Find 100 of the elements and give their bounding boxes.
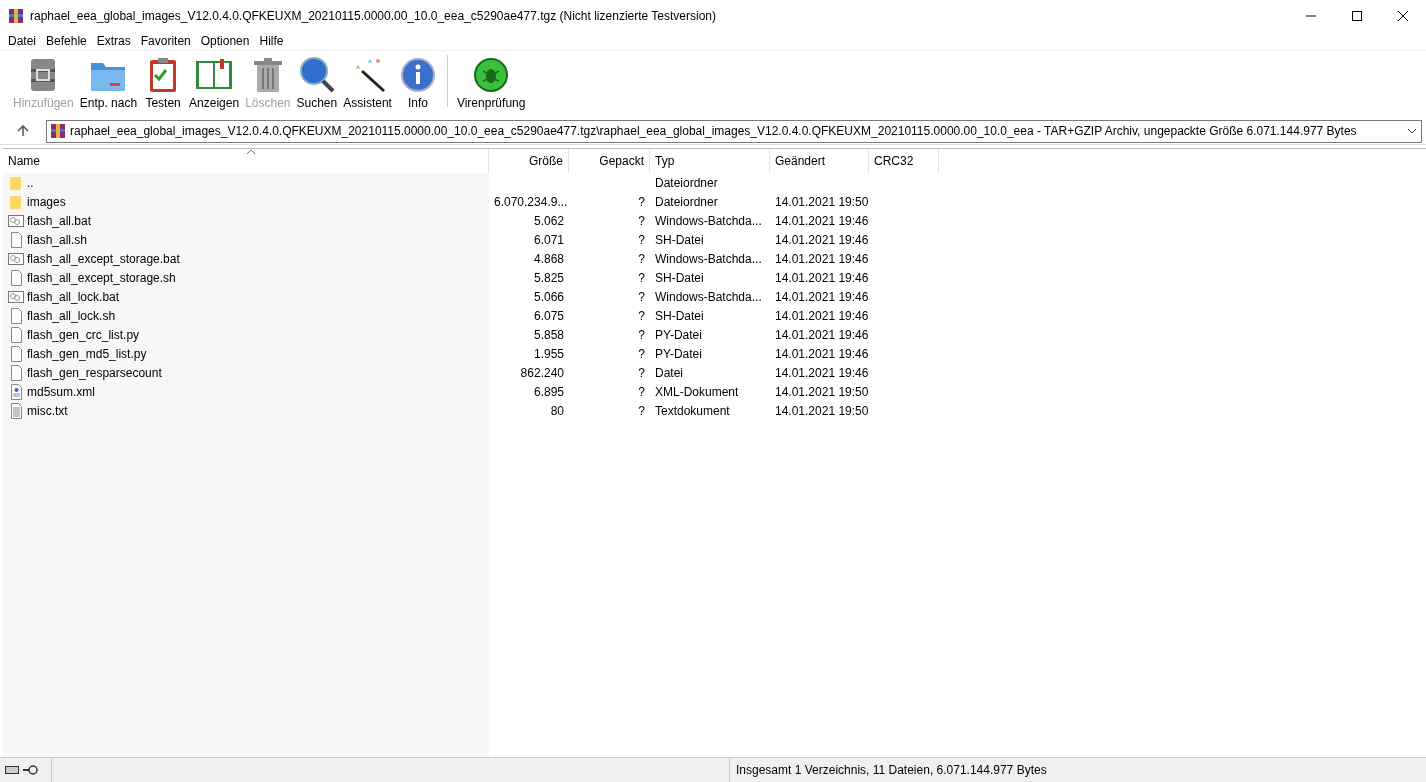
menu-item[interactable]: Optionen: [195, 34, 255, 48]
name-cell[interactable]: md5sum.xml: [3, 383, 489, 400]
table-cell-text: 862.240: [519, 365, 565, 380]
name-cell[interactable]: flash_gen_resparsecount: [3, 364, 489, 381]
name-cell[interactable]: flash_all_except_storage.sh: [3, 269, 489, 286]
sort-caret-icon: [245, 149, 256, 155]
table-cell-text: 5.066: [532, 289, 565, 304]
text-file-icon: [8, 402, 24, 419]
table-cell-text: 4.868: [532, 251, 565, 266]
table-cell-text: ?: [637, 194, 646, 209]
table-cell-text: 14.01.2021 19:46: [774, 327, 869, 342]
menu-item[interactable]: Favoriten: [135, 34, 196, 48]
table-cell-text: 5.825: [532, 270, 565, 285]
archive-app-icon: [8, 8, 24, 24]
table-cell-text: 5.062: [532, 213, 565, 228]
archive-icon: [50, 123, 66, 139]
name-cell[interactable]: flash_all.sh: [3, 231, 489, 248]
table-cell-text: 14.01.2021 19:46: [774, 308, 869, 323]
name-cell[interactable]: flash_gen_crc_list.py: [3, 326, 489, 343]
table-cell-text: ?: [637, 308, 646, 323]
table-cell-text: ?: [637, 270, 646, 285]
table-cell-text: SH-Datei: [654, 270, 705, 285]
table-cell-text: 6.071: [532, 232, 565, 247]
up-arrow-icon: [17, 125, 29, 137]
table-cell-text: 14.01.2021 19:46: [774, 213, 869, 228]
table-cell-text: ?: [637, 346, 646, 361]
window-title: raphael_eea_global_images_V12.0.4.0.QFKEUXM_20210115.0000.00_10.0_eea_c5290ae477.tgz (Nicht lizenzierte Testversion): [30, 9, 718, 23]
file-icon: [8, 364, 24, 381]
file-icon: [8, 307, 24, 324]
toolbar-button[interactable]: Info: [394, 55, 441, 110]
table-cell-text: ?: [637, 289, 646, 304]
table-cell-text: Dateiordner: [654, 194, 719, 209]
name-cell[interactable]: flash_all_lock.sh: [3, 307, 489, 324]
table-cell-text: 6.895: [532, 384, 565, 399]
table-cell-text: 14.01.2021 19:46: [774, 232, 869, 247]
table-cell-text: ?: [637, 213, 646, 228]
table-cell-text: 14.01.2021 19:46: [774, 346, 869, 361]
toolbar-button[interactable]: Anzeigen: [186, 55, 243, 110]
file-icon: [8, 231, 24, 248]
menu-item[interactable]: Hilfe: [254, 34, 289, 48]
name-cell[interactable]: ..: [3, 174, 489, 191]
table-cell-text: Windows-Batchda...: [654, 289, 763, 304]
table-cell-text: Dateiordner: [654, 175, 719, 190]
menu-item[interactable]: Befehle: [41, 34, 92, 48]
table-cell-text: Windows-Batchda...: [654, 213, 763, 228]
table-cell-text: 14.01.2021 19:46: [774, 270, 869, 285]
table-cell-text: ?: [637, 365, 646, 380]
name-cell[interactable]: flash_all_lock.bat: [3, 288, 489, 305]
table-cell-text: ?: [637, 403, 646, 418]
table-cell-text: SH-Datei: [654, 308, 705, 323]
table-cell-text: 6.070.234.9...: [493, 194, 569, 209]
table-cell-text: ?: [637, 327, 646, 342]
name-cell[interactable]: flash_gen_md5_list.py: [3, 345, 489, 362]
table-cell-text: ?: [637, 384, 646, 399]
table-cell-text: 6.075: [532, 308, 565, 323]
table-cell-text: SH-Datei: [654, 232, 705, 247]
menu-item[interactable]: Extras: [91, 34, 136, 48]
toolbar-button[interactable]: Virenprüfung: [453, 55, 529, 110]
status-text: Insgesamt 1 Verzeichnis, 11 Dateien, 6.071.144.977 Bytes: [729, 758, 1426, 782]
table-cell-text: PY-Datei: [654, 346, 703, 361]
table-cell-text: Datei: [654, 365, 684, 380]
table-cell-text: XML-Dokument: [654, 384, 740, 399]
file-icon: [8, 326, 24, 343]
table-cell-text: 14.01.2021 19:50: [774, 384, 869, 399]
xml-file-icon: [8, 383, 24, 400]
address-field[interactable]: raphael_eea_global_images_V12.0.4.0.QFKEUXM_20210115.0000.00_10.0_eea_c5290ae477.tgz\raphael_eea_global_images_V12.0.4.0.QFKEUXM_20210115.0000.00_10.0_eea - TAR+GZIP Archiv, ungepackte Größe 6.071.144.977 Bytes: [46, 119, 1422, 143]
table-cell-text: 14.01.2021 19:50: [774, 194, 869, 209]
table-cell-text: 14.01.2021 19:50: [774, 403, 869, 418]
gears-file-icon: [8, 212, 24, 229]
toolbar-button[interactable]: Suchen: [293, 55, 341, 110]
name-cell[interactable]: misc.txt: [3, 402, 489, 419]
key-icon: [22, 765, 38, 775]
table-cell-text: 14.01.2021 19:46: [774, 365, 869, 380]
dropdown-caret-icon: [1407, 128, 1417, 134]
name-cell[interactable]: images: [3, 193, 489, 210]
table-cell-text: 14.01.2021 19:46: [774, 289, 869, 304]
table-cell-text: 80: [549, 403, 565, 418]
maximize-icon: [1352, 11, 1362, 21]
table-cell-text: ?: [637, 251, 646, 266]
folder-icon: [8, 193, 24, 210]
toolbar-button[interactable]: Testen: [140, 55, 187, 110]
gears-file-icon: [8, 288, 24, 305]
table-cell-text: Windows-Batchda...: [654, 251, 763, 266]
table-cell-text: 5.858: [532, 327, 565, 342]
menu-item[interactable]: Datei: [3, 34, 41, 48]
name-cell[interactable]: flash_all_except_storage.bat: [3, 250, 489, 267]
name-cell[interactable]: flash_all.bat: [3, 212, 489, 229]
close-icon: [1398, 11, 1408, 21]
folder-icon: [8, 174, 24, 191]
table-cell-text: 1.955: [532, 346, 565, 361]
drive-icon: [5, 766, 19, 774]
file-icon: [8, 345, 24, 362]
gears-file-icon: [8, 250, 24, 267]
table-cell-text: 14.01.2021 19:46: [774, 251, 869, 266]
toolbar-button[interactable]: Entp. nach: [76, 55, 141, 110]
file-icon: [8, 269, 24, 286]
table-cell-text: PY-Datei: [654, 327, 703, 342]
table-cell-text: Textdokument: [654, 403, 731, 418]
table-cell-text: ?: [637, 232, 646, 247]
toolbar-button[interactable]: Assistent: [340, 55, 395, 110]
